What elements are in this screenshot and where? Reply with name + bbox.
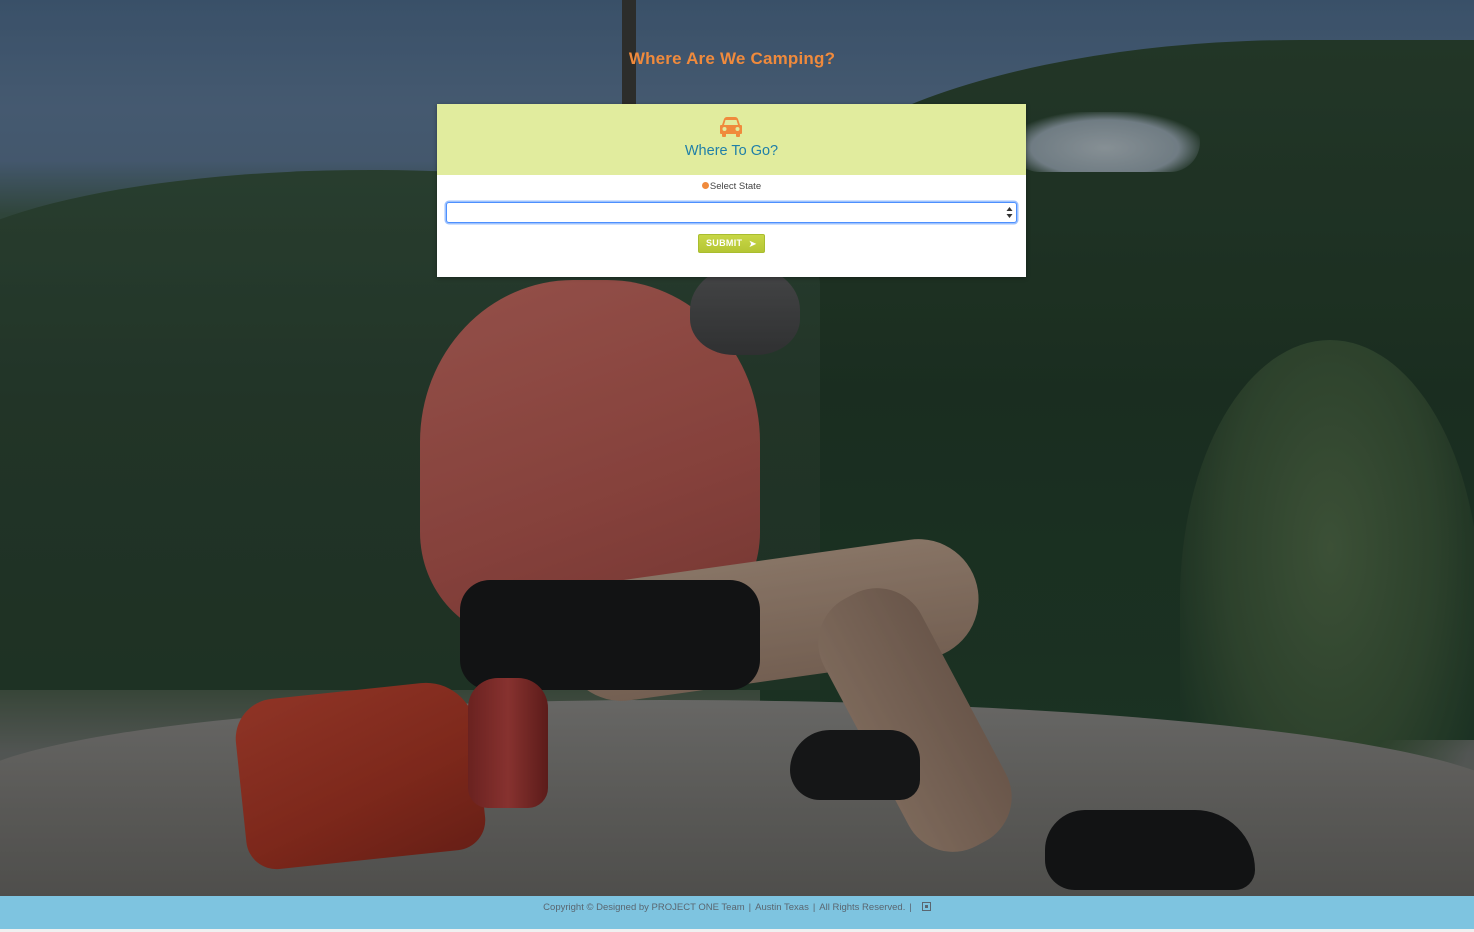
footer-rights: All Rights Reserved. bbox=[819, 902, 906, 913]
send-arrow-icon: ➤ bbox=[748, 239, 757, 250]
card-heading: Where To Go? bbox=[684, 143, 779, 159]
state-select[interactable] bbox=[446, 202, 1017, 223]
card-header: Where To Go? bbox=[437, 104, 1026, 175]
footer-separator: | bbox=[812, 902, 816, 913]
required-indicator-icon bbox=[701, 182, 709, 189]
page-title: Where Are We Camping? bbox=[628, 49, 836, 68]
select-arrows-icon bbox=[1006, 207, 1013, 218]
car-icon bbox=[720, 117, 742, 137]
page: Where Are We Camping? Where To Go? Selec… bbox=[0, 0, 1474, 932]
footer-separator: | bbox=[748, 902, 752, 913]
footer-separator: | bbox=[909, 902, 912, 913]
select-state-label-text: Select State bbox=[709, 181, 762, 192]
footer-copyright: Copyright © Designed by PROJECT ONE Team bbox=[543, 902, 745, 913]
footer-location: Austin Texas bbox=[755, 902, 809, 913]
destination-card: Where To Go? Select State SUBMIT ➤ bbox=[437, 104, 1026, 277]
select-state-label: Select State bbox=[437, 181, 1026, 192]
submit-button-label: SUBMIT bbox=[706, 238, 743, 248]
box-icon[interactable] bbox=[921, 902, 931, 911]
submit-button[interactable]: SUBMIT ➤ bbox=[698, 234, 765, 253]
footer: Copyright © Designed by PROJECT ONE Team… bbox=[0, 896, 1474, 929]
